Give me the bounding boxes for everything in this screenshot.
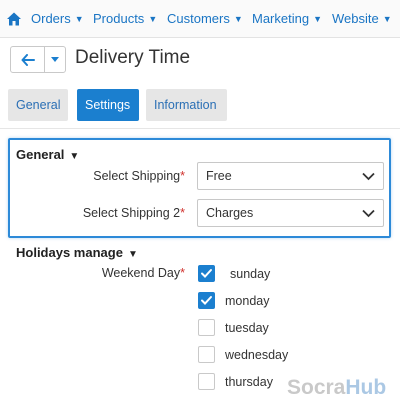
caret-down-icon: ▼ xyxy=(69,151,80,162)
general-section-toggle[interactable]: General ▼ xyxy=(16,147,79,162)
watermark-logo: SocraHub xyxy=(287,376,386,400)
page-title: Delivery Time xyxy=(75,47,191,68)
holidays-section-title: Holidays manage xyxy=(16,245,123,260)
holidays-section-toggle[interactable]: Holidays manage ▼ xyxy=(16,245,138,260)
chevron-down-icon: ▼ xyxy=(233,14,243,24)
tab-settings[interactable]: Settings xyxy=(77,89,139,121)
checkbox-monday[interactable] xyxy=(198,292,215,309)
back-dropdown-button[interactable] xyxy=(45,47,65,72)
checkbox-label-thursday: thursday xyxy=(225,375,273,389)
required-marker: * xyxy=(180,169,185,183)
check-icon xyxy=(201,269,212,278)
nav-marketing[interactable]: Marketing ▼ xyxy=(252,11,322,26)
chevron-down-icon: ▼ xyxy=(74,14,84,24)
select-shipping-value: Free xyxy=(206,169,232,183)
back-button-group xyxy=(10,46,66,73)
nav-orders-label: Orders xyxy=(31,11,71,26)
divider xyxy=(0,128,400,129)
select-shipping-2-dropdown[interactable]: Charges xyxy=(197,199,384,227)
required-marker: * xyxy=(180,206,185,220)
weekend-day-label: Weekend Day* xyxy=(102,266,185,280)
chevron-down-icon: ▼ xyxy=(382,14,392,24)
general-section-title: General xyxy=(16,147,65,162)
checkbox-label-wednesday: wednesday xyxy=(225,348,289,362)
checkbox-thursday[interactable] xyxy=(198,373,215,390)
weekend-day-label-text: Weekend Day xyxy=(101,266,181,280)
checkbox-label-tuesday: tuesday xyxy=(225,321,269,335)
required-marker: * xyxy=(180,266,185,280)
watermark-part1: Socra xyxy=(287,376,346,399)
check-icon xyxy=(201,296,212,305)
select-shipping-label: Select Shipping* xyxy=(93,169,185,183)
home-icon[interactable] xyxy=(6,11,22,27)
select-shipping-2-label: Select Shipping 2* xyxy=(83,206,185,220)
nav-website-label: Website xyxy=(332,11,379,26)
chevron-down-icon xyxy=(362,172,375,181)
top-navigation: Orders ▼ Products ▼ Customers ▼ Marketing ▼ … xyxy=(0,0,400,38)
checkbox-sunday[interactable] xyxy=(198,265,215,282)
nav-marketing-label: Marketing xyxy=(252,11,310,26)
select-shipping-dropdown[interactable]: Free xyxy=(197,162,384,190)
caret-down-icon: ▼ xyxy=(127,249,138,260)
chevron-down-icon: ▼ xyxy=(148,14,158,24)
watermark-part2: Hub xyxy=(345,376,387,399)
caret-down-icon xyxy=(51,57,59,62)
checkbox-tuesday[interactable] xyxy=(198,319,215,336)
select-shipping-label-text: Select Shipping xyxy=(93,169,181,183)
tab-information[interactable]: Information xyxy=(146,89,227,121)
checkbox-label-sunday: sunday xyxy=(230,267,271,281)
nav-customers[interactable]: Customers ▼ xyxy=(167,11,243,26)
nav-website[interactable]: Website ▼ xyxy=(332,11,392,26)
back-button[interactable] xyxy=(11,47,45,72)
checkbox-label-monday: monday xyxy=(225,294,270,308)
arrow-left-icon xyxy=(21,53,35,66)
chevron-down-icon xyxy=(362,209,375,218)
nav-products[interactable]: Products ▼ xyxy=(93,11,157,26)
select-shipping-2-label-text: Select Shipping 2 xyxy=(82,206,181,220)
tab-general[interactable]: General xyxy=(8,89,68,121)
chevron-down-icon: ▼ xyxy=(313,14,322,24)
nav-orders[interactable]: Orders ▼ xyxy=(31,11,84,26)
select-shipping-2-value: Charges xyxy=(206,206,254,220)
nav-customers-label: Customers xyxy=(167,11,230,26)
nav-products-label: Products xyxy=(93,11,145,26)
checkbox-wednesday[interactable] xyxy=(198,346,215,363)
